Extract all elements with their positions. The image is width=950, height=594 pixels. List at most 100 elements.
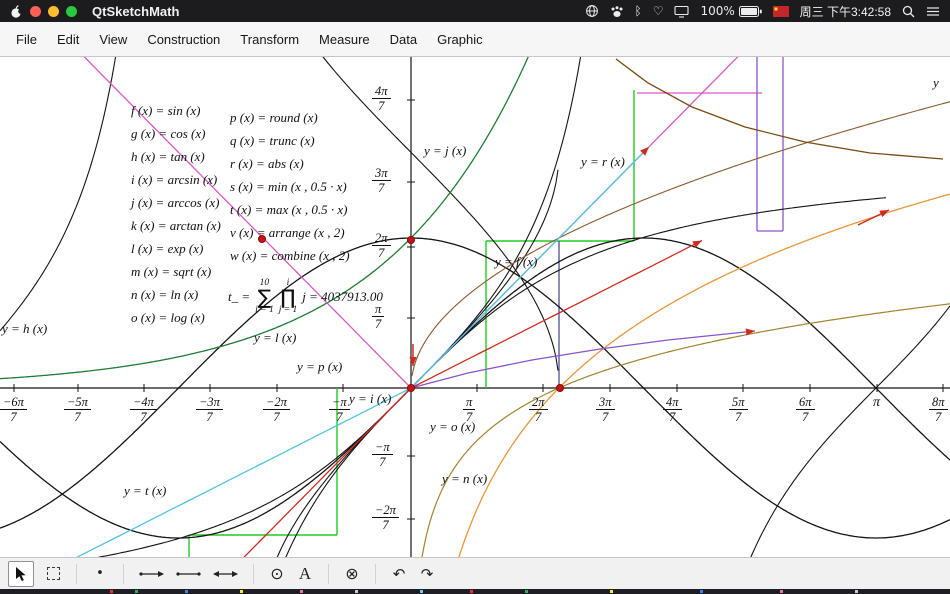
function-definition[interactable]: t (x) = max (x , 0.5 · x) [230,203,347,217]
dock-speck [135,590,138,593]
menubar-status-icons: ᛒ ♡ 100% 周三 下午3:42:58 [585,3,940,20]
function-definition[interactable]: o (x) = log (x) [131,311,205,325]
function-definition[interactable]: v (x) = arrange (x , 2) [230,226,345,240]
function-definition[interactable]: f (x) = sin (x) [131,104,200,118]
heart-icon[interactable]: ♡ [653,5,664,17]
control-center-icon[interactable] [926,6,940,17]
dock-speck [185,590,188,593]
curve-label[interactable]: y = h (x) [2,322,47,336]
sketch-canvas[interactable]: t_ = 10 ∑ i = 1 i ∏ j = 1 j = 4037913.00… [0,57,950,557]
curve-label[interactable]: y = p (x) [297,360,342,374]
app-menubar: FileEditViewConstructionTransformMeasure… [0,22,950,57]
menu-transform[interactable]: Transform [230,32,309,47]
x-tick-label: −4π7 [130,395,157,424]
text-tool[interactable]: A [296,562,314,586]
menu-construction[interactable]: Construction [137,32,230,47]
intersect-tool[interactable]: ⊗ [343,562,361,586]
function-definition[interactable]: w (x) = combine (x , 2) [230,249,350,263]
input-flag-icon[interactable] [773,6,789,17]
x-tick-label: 4π7 [663,395,682,424]
function-definition[interactable]: q (x) = trunc (x) [230,134,315,148]
menubar-clock[interactable]: 周三 下午3:42:58 [800,3,891,20]
sum-rhs: j = 4037913.00 [302,289,383,305]
point-tool[interactable]: • [91,562,109,586]
x-tick-label: π7 [463,395,475,424]
y-tick-label: 3π7 [372,166,391,195]
dock-speck [110,590,113,593]
dock-speck [355,590,358,593]
function-definition[interactable]: k (x) = arctan (x) [131,219,221,233]
undo-button[interactable]: ↶ [390,562,408,586]
select-tool[interactable] [8,561,34,587]
dock-speck [855,590,858,593]
close-button[interactable] [30,6,41,17]
apple-menu[interactable] [10,4,23,19]
y-tick-label: 2π7 [372,231,391,260]
menu-data[interactable]: Data [380,32,427,47]
dock-speck [525,590,528,593]
curve-label[interactable]: y = i (x) [349,392,391,406]
menu-view[interactable]: View [89,32,137,47]
toolbar-separator [123,564,124,584]
battery-indicator[interactable]: 100% [700,5,761,17]
function-definition[interactable]: j (x) = arccos (x) [131,196,219,210]
curve-label[interactable]: y = f (x) [495,255,537,269]
x-tick-label: −3π7 [196,395,223,424]
spotlight-icon[interactable] [902,5,915,18]
pi-operator: i ∏ j = 1 [279,279,298,314]
app-menu-title[interactable]: QtSketchMath [92,4,179,19]
line-tool[interactable] [212,562,239,586]
dock-speck [700,590,703,593]
toolbar-separator [253,564,254,584]
curve-label[interactable]: y [933,76,939,90]
curve-label[interactable]: y = j (x) [424,144,466,158]
ray-tool[interactable] [138,562,165,586]
measurement-expression[interactable]: t_ = 10 ∑ i = 1 i ∏ j = 1 j = 4037913.00 [228,279,383,314]
function-definition[interactable]: s (x) = min (x , 0.5 · x) [230,180,347,194]
toolbar-separator [76,564,77,584]
curve-label[interactable]: y = t (x) [124,484,166,498]
function-definition[interactable]: r (x) = abs (x) [230,157,304,171]
menu-edit[interactable]: Edit [47,32,89,47]
x-tick-label: 6π7 [796,395,815,424]
curve-label[interactable]: y = r (x) [581,155,625,169]
zoom-button[interactable] [66,6,77,17]
bluetooth-icon[interactable]: ᛒ [635,5,642,17]
function-definition[interactable]: i (x) = arcsin (x) [131,173,217,187]
dock-speck [300,590,303,593]
menu-measure[interactable]: Measure [309,32,380,47]
dock-speck [240,590,243,593]
dock-speck [470,590,473,593]
paw-icon[interactable] [610,5,624,18]
battery-icon [739,6,762,17]
curve-label[interactable]: y = l (x) [254,331,296,345]
function-definition[interactable]: n (x) = ln (x) [131,288,198,302]
battery-percent: 100% [700,5,734,17]
menu-graphic[interactable]: Graphic [427,32,493,47]
y-tick-label: −π7 [372,440,393,469]
curve-label[interactable]: y = n (x) [442,472,487,486]
system-menubar: QtSketchMath ᛒ ♡ 100% 周三 下午3:42:58 [0,0,950,22]
function-definition[interactable]: m (x) = sqrt (x) [131,265,211,279]
segment-tool[interactable] [175,562,202,586]
function-definition[interactable]: p (x) = round (x) [230,111,318,125]
globe-icon[interactable] [585,4,599,18]
x-tick-label: −6π7 [0,395,27,424]
function-definition[interactable]: l (x) = exp (x) [131,242,203,256]
canvas-overlay: t_ = 10 ∑ i = 1 i ∏ j = 1 j = 4037913.00… [0,57,950,557]
redo-button[interactable]: ↷ [418,562,436,586]
marquee-tool[interactable] [44,562,62,586]
dock-strip [0,589,950,594]
x-tick-label: 3π7 [596,395,615,424]
x-tick-label: π [873,395,880,411]
minimize-button[interactable] [48,6,59,17]
function-definition[interactable]: g (x) = cos (x) [131,127,205,141]
function-definition[interactable]: h (x) = tan (x) [131,150,205,164]
menu-file[interactable]: File [6,32,47,47]
x-tick-label: −π7 [329,395,350,424]
display-icon[interactable] [674,5,689,18]
x-tick-label: −5π7 [64,395,91,424]
circle-tool[interactable]: ⊙ [268,562,286,586]
toolbar-separator [328,564,329,584]
marquee-icon [47,567,60,580]
